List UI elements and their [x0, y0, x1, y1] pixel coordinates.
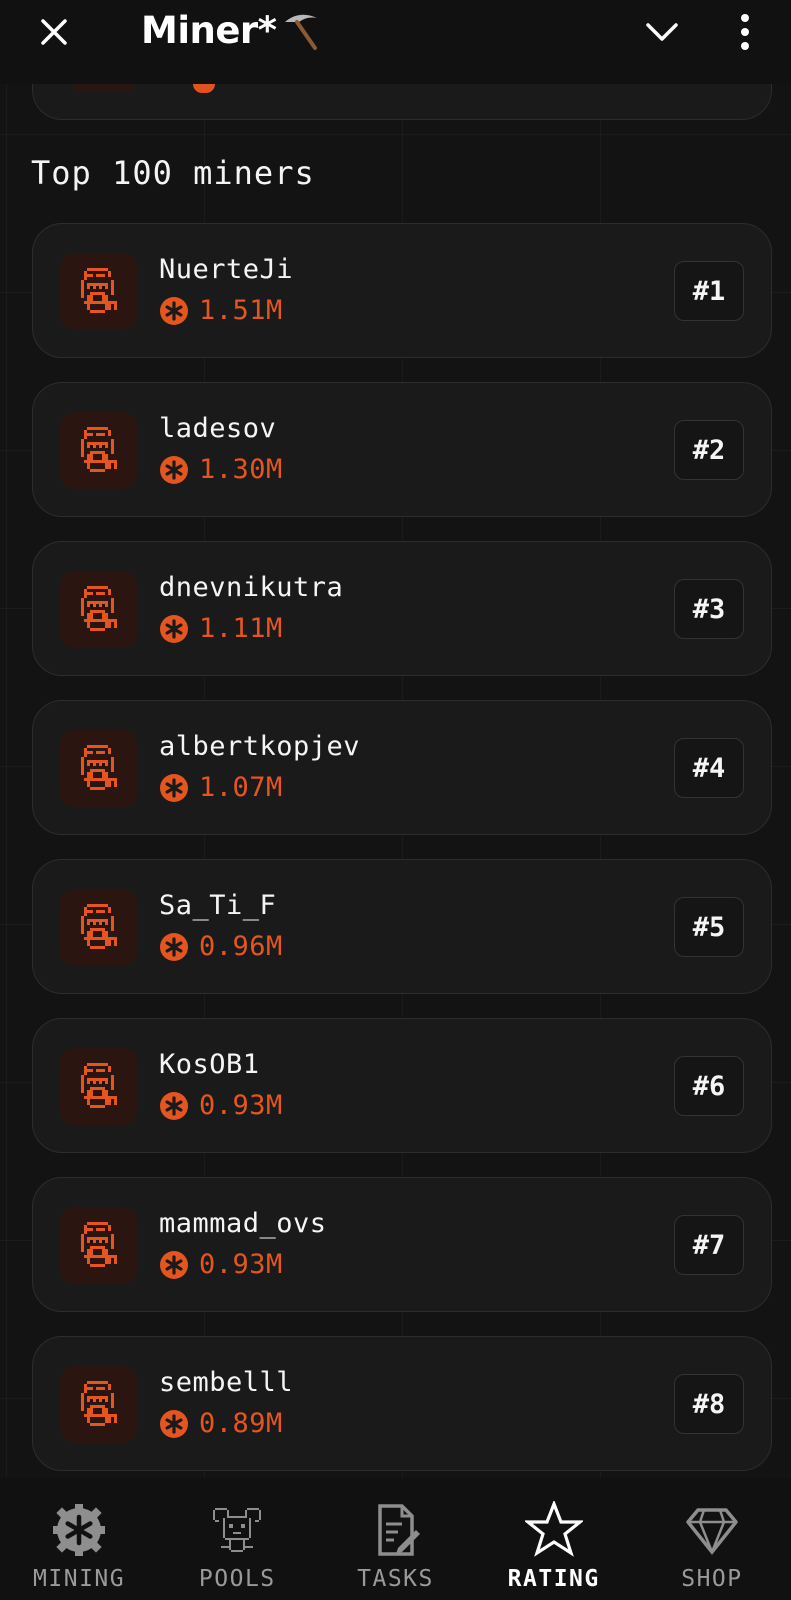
- app-header: Miner*: [0, 0, 791, 84]
- nav-label: POOLS: [198, 1566, 276, 1592]
- diamond-icon: [682, 1500, 742, 1560]
- rank-badge: #5: [674, 897, 744, 957]
- score-row: 0.93M: [159, 1249, 283, 1280]
- miner-card[interactable]: Sa_Ti_F 0.96M #5: [32, 859, 772, 994]
- rank-badge: #7: [674, 1215, 744, 1275]
- chevron-down-button[interactable]: [640, 10, 684, 54]
- score-row: 1.51M: [159, 295, 283, 326]
- score-row: 0.93M: [159, 1090, 283, 1121]
- rank-badge: #6: [674, 1056, 744, 1116]
- miner-score: 1.51M: [199, 295, 283, 326]
- pixel-miner-avatar-icon: [80, 903, 117, 949]
- nav-shop[interactable]: SHOP: [633, 1478, 791, 1600]
- tasks-document-icon: [366, 1500, 426, 1560]
- rank-badge: #8: [674, 1374, 744, 1434]
- pixel-miner-avatar-icon: [80, 1380, 117, 1426]
- pickaxe-icon: [284, 14, 317, 50]
- score-row: 1.11M: [159, 613, 283, 644]
- avatar: [60, 571, 137, 648]
- nav-pools[interactable]: POOLS: [158, 1478, 316, 1600]
- coin-icon: [160, 773, 188, 802]
- nav-label: RATING: [507, 1566, 600, 1592]
- miner-score: 0.89M: [199, 1408, 283, 1439]
- miner-name: KosOB1: [159, 1049, 260, 1080]
- avatar: [60, 1048, 137, 1125]
- rank-badge: #4: [674, 738, 744, 798]
- close-button[interactable]: [32, 10, 76, 54]
- miner-score: 1.07M: [199, 772, 283, 803]
- app-title: Miner*: [141, 8, 323, 52]
- pixel-miner-avatar-icon: [80, 744, 117, 790]
- miner-score: 1.30M: [199, 454, 283, 485]
- miner-card[interactable]: dnevnikutra 1.11M #3: [32, 541, 772, 676]
- close-icon: [41, 19, 67, 45]
- nav-rating[interactable]: RATING: [475, 1478, 633, 1600]
- score-row: 0.96M: [159, 931, 283, 962]
- pixel-miner-avatar-icon: [80, 1062, 117, 1108]
- miner-score: 1.11M: [199, 613, 283, 644]
- coin-icon: [160, 932, 188, 961]
- coin-icon: [160, 614, 188, 643]
- miner-score: 0.93M: [199, 1090, 283, 1121]
- miner-name: Sa_Ti_F: [159, 890, 277, 921]
- nav-label: MINING: [33, 1566, 126, 1592]
- section-title: Top 100 miners: [31, 154, 315, 192]
- score-row: 1.30M: [159, 454, 283, 485]
- rank-badge: #1: [674, 261, 744, 321]
- pixel-miner-avatar-icon: [80, 1221, 117, 1267]
- nav-mining[interactable]: MINING: [0, 1478, 158, 1600]
- avatar: [60, 730, 137, 807]
- nav-label: SHOP: [681, 1566, 743, 1592]
- miner-name: ladesov: [159, 413, 277, 444]
- avatar: [60, 889, 137, 966]
- nav-label: TASKS: [357, 1566, 434, 1592]
- miner-name: sembelll: [159, 1367, 294, 1398]
- avatar: [60, 412, 137, 489]
- pixel-miner-avatar-icon: [80, 267, 117, 313]
- miner-score: 0.96M: [199, 931, 283, 962]
- avatar: [60, 253, 137, 330]
- pixel-miner-avatar-icon: [80, 426, 117, 472]
- coin-icon: [193, 84, 215, 93]
- more-options-button[interactable]: [730, 10, 760, 54]
- score-row: 1.07M: [159, 772, 283, 803]
- avatar: [73, 84, 133, 92]
- coin-icon: [160, 1409, 188, 1438]
- miner-name: dnevnikutra: [159, 572, 344, 603]
- coin-icon: [160, 296, 188, 325]
- app-title-text: Miner*: [141, 8, 277, 52]
- miner-card[interactable]: sembelll 0.89M #8: [32, 1336, 772, 1471]
- coin-icon: [160, 1091, 188, 1120]
- chevron-down-icon: [646, 23, 678, 41]
- rank-badge: #2: [674, 420, 744, 480]
- score-row: 0.89M: [159, 1408, 283, 1439]
- coin-icon: [160, 1250, 188, 1279]
- miner-name: albertkopjev: [159, 731, 361, 762]
- avatar: [60, 1207, 137, 1284]
- miner-card[interactable]: albertkopjev 1.07M #4: [32, 700, 772, 835]
- bottom-navigation: MINING POOLS TASKS RATING SHOP: [0, 1478, 791, 1600]
- more-vertical-icon: [741, 14, 749, 22]
- miner-card[interactable]: ladesov 1.30M #2: [32, 382, 772, 517]
- nav-tasks[interactable]: TASKS: [316, 1478, 474, 1600]
- miner-name: NuerteJi: [159, 254, 294, 285]
- miner-card[interactable]: mammad_ovs 0.93M #7: [32, 1177, 772, 1312]
- pools-mascot-icon: [207, 1500, 267, 1560]
- pixel-miner-avatar-icon: [80, 585, 117, 631]
- miner-score: 0.93M: [199, 1249, 283, 1280]
- avatar: [60, 1366, 137, 1443]
- gear-asterisk-icon: [49, 1500, 109, 1560]
- miner-list: NuerteJi 1.51M #1 ladesov 1.30M #2 dnevn…: [32, 223, 772, 1495]
- miner-card[interactable]: NuerteJi 1.51M #1: [32, 223, 772, 358]
- miner-name: mammad_ovs: [159, 1208, 327, 1239]
- rank-badge: #3: [674, 579, 744, 639]
- coin-icon: [160, 455, 188, 484]
- miner-card[interactable]: KosOB1 0.93M #6: [32, 1018, 772, 1153]
- star-icon: [524, 1500, 584, 1560]
